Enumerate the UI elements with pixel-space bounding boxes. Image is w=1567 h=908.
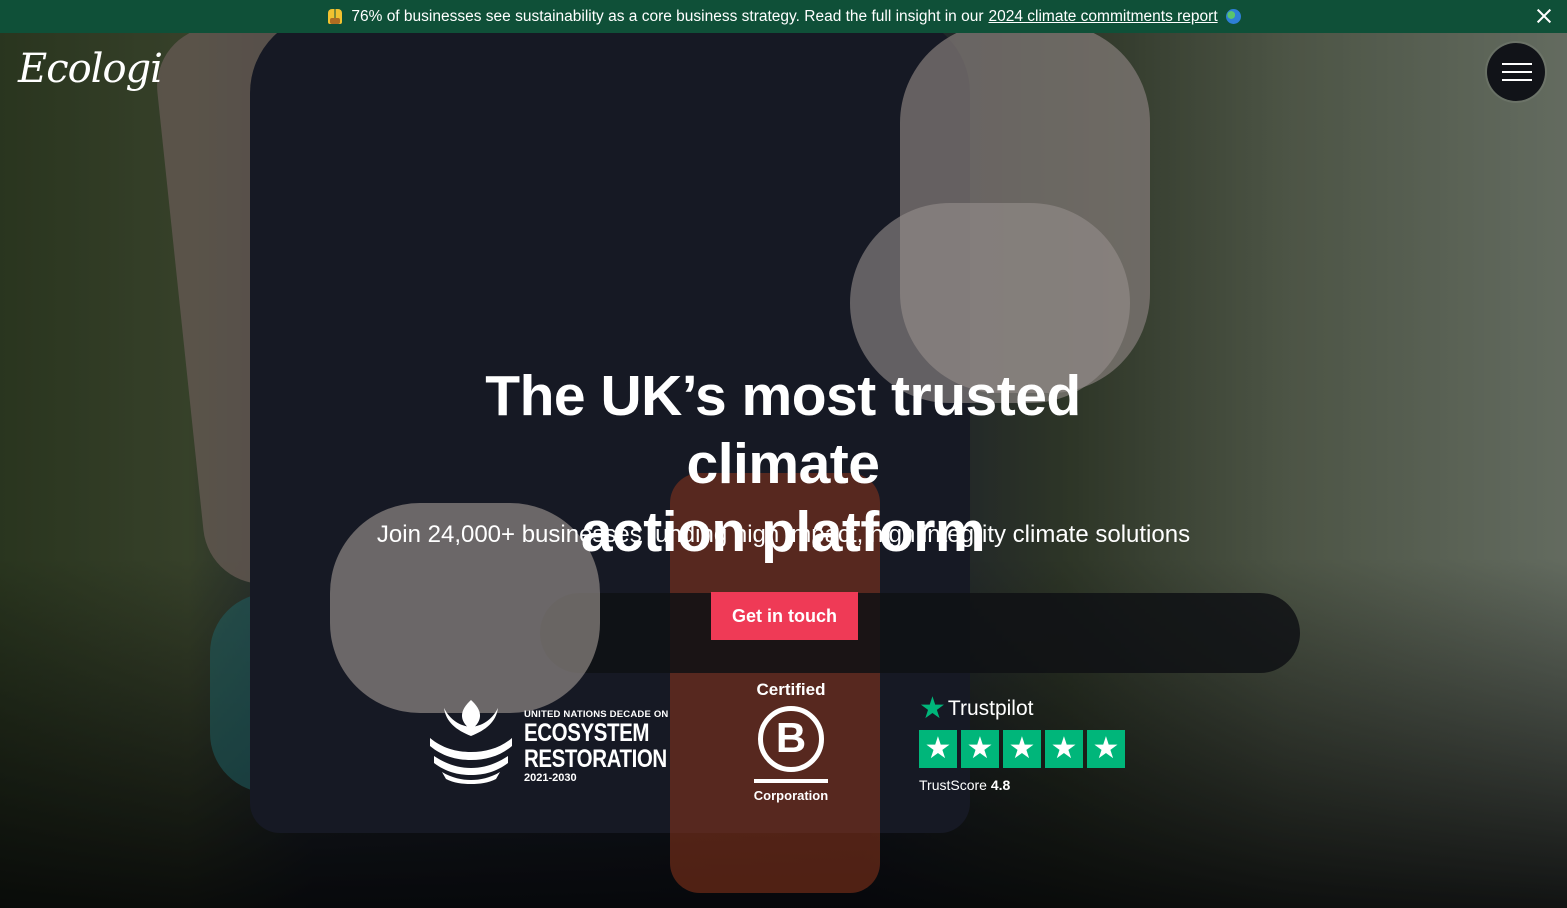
un-restoration-icon: [430, 700, 512, 784]
bcorp-letter: B: [775, 714, 807, 761]
ecologi-logo[interactable]: Ecologi: [18, 46, 163, 92]
trustscore: TrustScore 4.8: [919, 777, 1125, 793]
star-icon: ★: [1003, 730, 1041, 768]
raised-hands-icon: [326, 8, 344, 26]
trustscore-value: 4.8: [990, 777, 1011, 793]
star-icon: ★: [961, 730, 999, 768]
un-decade-badge: UNITED NATIONS DECADE ON ECOSYSTEM RESTO…: [430, 700, 670, 784]
get-in-touch-button[interactable]: Get in touch: [711, 592, 858, 640]
bcorp-corporation-label: Corporation: [753, 788, 829, 803]
hamburger-menu-icon[interactable]: [1487, 43, 1545, 101]
bcorp-circle-icon: B: [758, 706, 824, 772]
announcement-bar: 76% of businesses see sustainability as …: [0, 0, 1567, 33]
announcement-text: 76% of businesses see sustainability as …: [351, 7, 984, 25]
star-icon: ★: [919, 730, 957, 768]
globe-icon: [1225, 9, 1241, 24]
bcorp-badge: Certified B Corporation: [752, 680, 830, 803]
bcorp-divider: [754, 779, 828, 783]
hero-title-line1: The UK’s most trusted climate: [485, 364, 1081, 496]
star-icon: ★: [1045, 730, 1083, 768]
bcorp-certified-label: Certified: [756, 680, 826, 699]
close-icon[interactable]: [1535, 7, 1553, 25]
hero-subtitle: Join 24,000+ businesses funding high imp…: [376, 521, 1191, 548]
un-restoration-label: RESTORATION: [524, 744, 667, 773]
trustpilot-stars: ★ ★ ★ ★ ★: [919, 730, 1125, 768]
star-icon: ★: [1087, 730, 1125, 768]
trustpilot-star-icon: ★: [919, 692, 946, 725]
un-ecosystem-label: ECOSYSTEM: [524, 718, 650, 747]
climate-report-link[interactable]: 2024 climate commitments report: [988, 8, 1217, 26]
trustscore-label: TrustScore: [919, 777, 987, 793]
trustpilot-brand: Trustpilot: [947, 697, 1034, 720]
un-years-label: 2021-2030: [524, 771, 577, 784]
trustpilot-widget[interactable]: ★ Trustpilot ★ ★ ★ ★ ★ TrustScore 4.8: [919, 694, 1125, 793]
